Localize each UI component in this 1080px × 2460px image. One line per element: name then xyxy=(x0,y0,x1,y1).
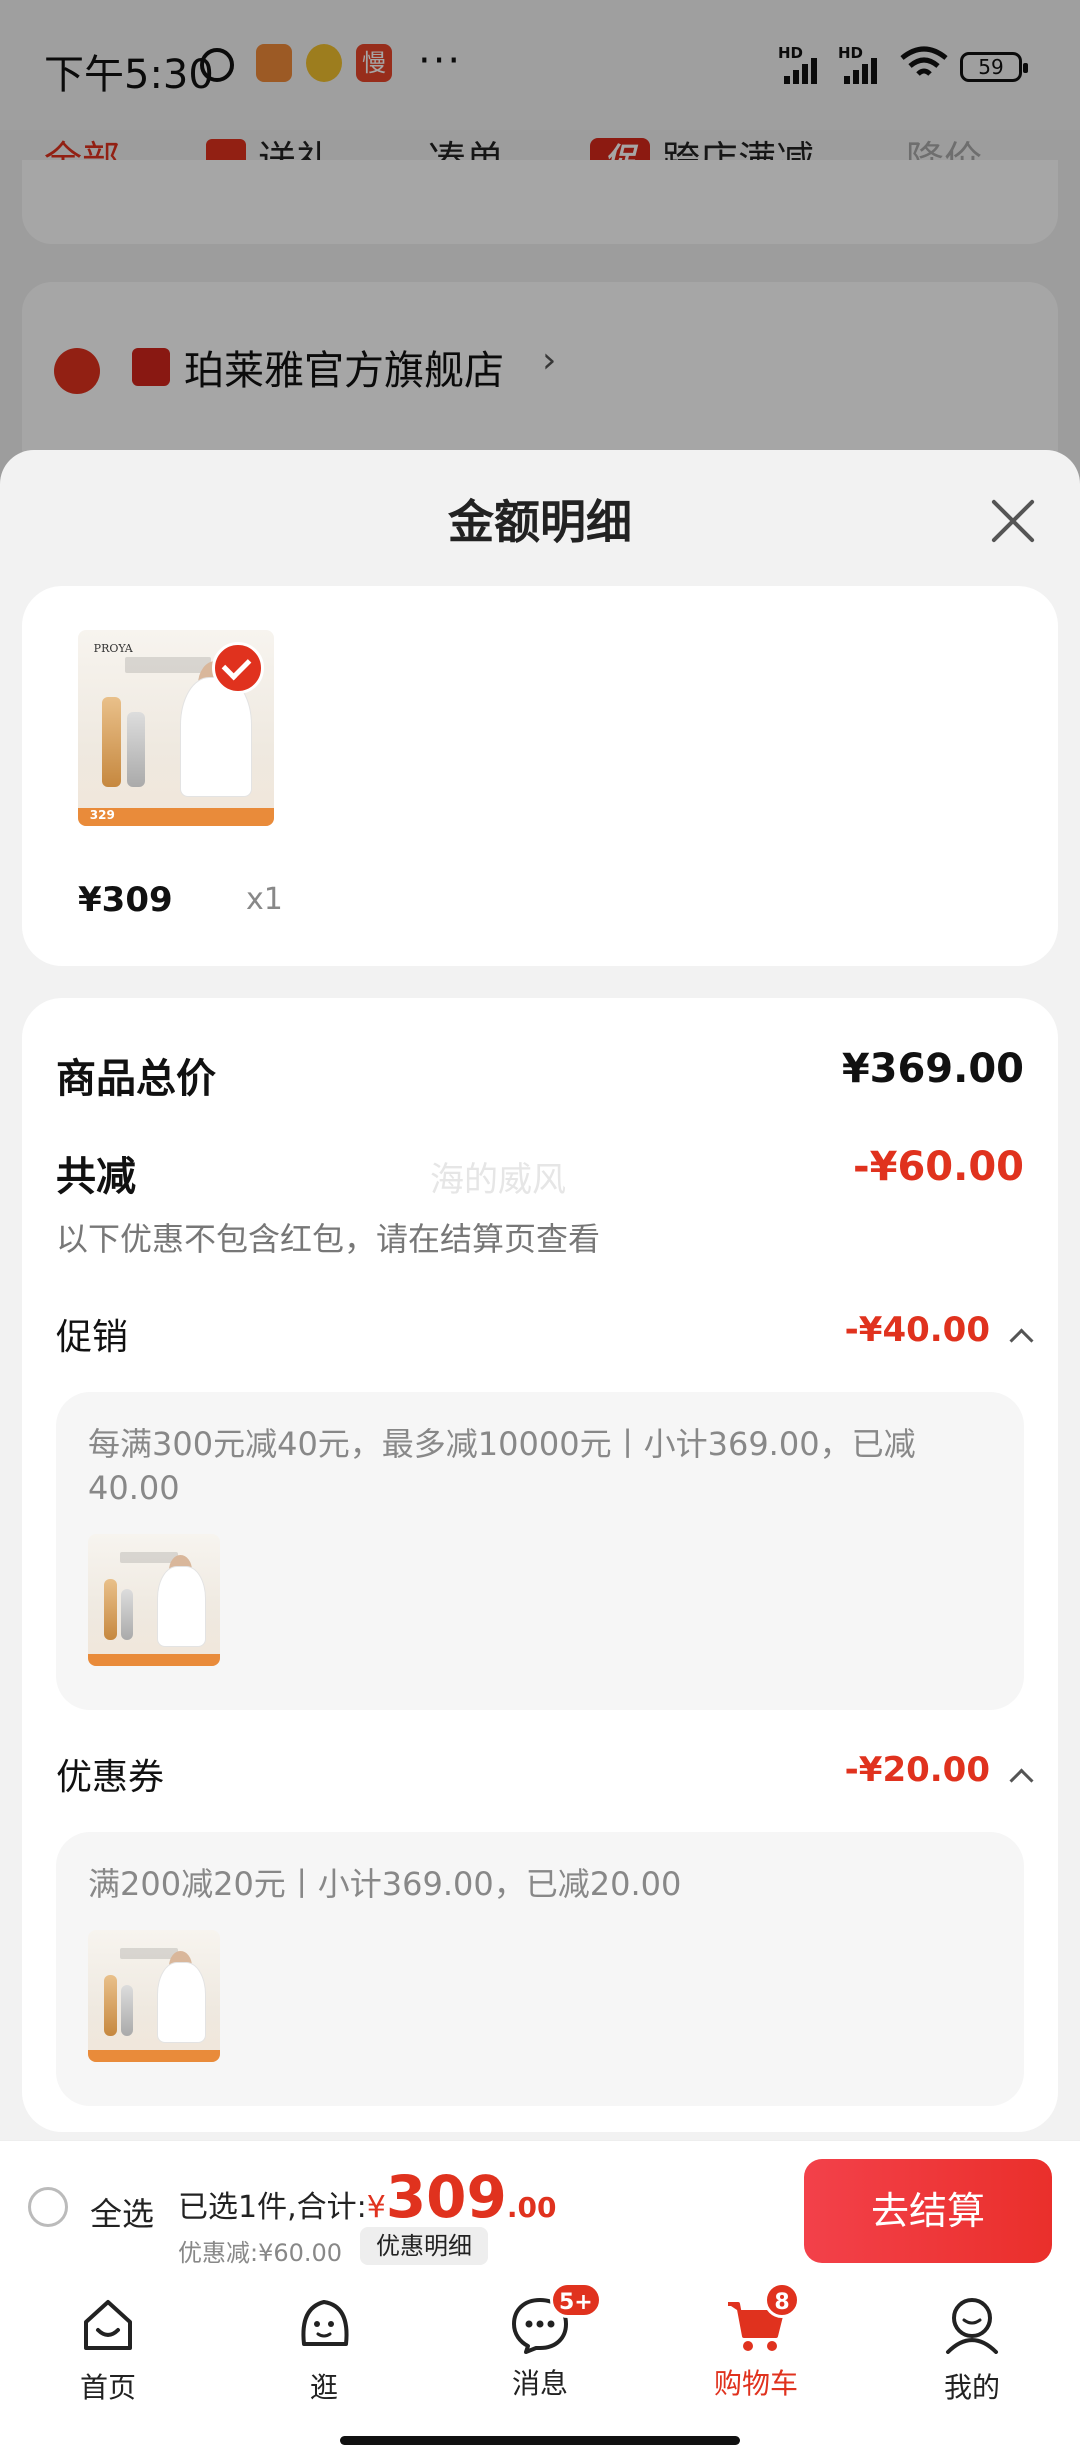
chevron-up-icon[interactable] xyxy=(1009,1328,1034,1353)
message-badge: 5+ xyxy=(550,2282,602,2318)
reduced-label: 共减 xyxy=(56,1154,136,1200)
nav-profile[interactable]: 我的 xyxy=(912,2294,1032,2406)
checkout-button[interactable]: 去结算 xyxy=(804,2159,1052,2263)
nav-label: 消息 xyxy=(511,2367,568,2400)
currency: ¥ xyxy=(366,2190,386,2225)
promotion-detail-text: 每满300元减40元，最多减10000元丨小计369.00，已减40.00 xyxy=(88,1425,916,1507)
browse-icon xyxy=(301,2300,349,2346)
bottom-nav: 首页 逛 5+ 消息 8 购物车 我的 xyxy=(0,2280,1080,2460)
sheet-title: 金额明细 xyxy=(448,495,632,549)
cart-badge: 8 xyxy=(764,2282,800,2318)
total-integer: 309 xyxy=(385,2163,507,2231)
profile-icon xyxy=(946,2298,998,2354)
promotion-detail: 每满300元减40元，最多减10000元丨小计369.00，已减40.00 xyxy=(56,1392,1024,1710)
checkout-bar: 全选 已选1件,合计:¥309.00 优惠减:¥60.00 优惠明细 去结算 xyxy=(0,2140,1080,2281)
image-price-chip: 329 xyxy=(89,808,115,823)
promotion-label: 促销 xyxy=(56,1317,129,1358)
chevron-up-icon[interactable] xyxy=(1009,1768,1034,1793)
amount-detail-sheet: 金额明细 PROYA 329 ¥309 x1 商品总价 ¥369.00 共减 -… xyxy=(0,450,1080,2140)
discount-detail-button[interactable]: 优惠明细 xyxy=(360,2227,488,2265)
coupon-detail: 满200减20元丨小计369.00，已减20.00 xyxy=(56,1832,1024,2106)
nav-label: 逛 xyxy=(309,2371,338,2404)
select-all-radio[interactable] xyxy=(28,2187,68,2227)
coupon-detail-text: 满200减20元丨小计369.00，已减20.00 xyxy=(88,1865,682,1903)
watermark: 海的威风 xyxy=(430,1160,566,1200)
home-indicator[interactable] xyxy=(340,2436,740,2445)
message-icon-wrap: 5+ xyxy=(510,2282,602,2354)
nav-label: 我的 xyxy=(943,2371,1000,2404)
nav-label: 首页 xyxy=(79,2371,136,2404)
coupon-label: 优惠券 xyxy=(56,1757,165,1798)
nav-cart[interactable]: 8 购物车 xyxy=(696,2282,816,2402)
product-thumbnail[interactable] xyxy=(88,1534,220,1666)
nav-label: 购物车 xyxy=(713,2367,798,2400)
close-icon[interactable] xyxy=(988,496,1038,546)
selected-check-icon xyxy=(212,642,264,694)
product-card: PROYA 329 ¥309 x1 xyxy=(22,586,1058,966)
nav-home[interactable]: 首页 xyxy=(48,2294,168,2406)
total-price-label: 商品总价 xyxy=(56,1056,216,1102)
promotion-value[interactable]: -¥40.00 xyxy=(845,1310,990,1350)
discount-note: 以下优惠不包含红包，请在结算页查看 xyxy=(56,1220,601,1258)
product-quantity: x1 xyxy=(246,882,283,917)
brand-logo: PROYA xyxy=(93,641,133,655)
saved-amount: 优惠减:¥60.00 xyxy=(178,2239,343,2267)
nav-browse[interactable]: 逛 xyxy=(264,2294,384,2406)
total-decimal: .00 xyxy=(506,2191,557,2224)
selected-count: 已选1件,合计: xyxy=(178,2190,367,2225)
cart-icon-wrap: 8 xyxy=(726,2282,800,2354)
nav-messages[interactable]: 5+ 消息 xyxy=(480,2282,602,2402)
select-all-label[interactable]: 全选 xyxy=(90,2189,154,2235)
product-price: ¥309 xyxy=(78,880,173,920)
reduced-value: -¥60.00 xyxy=(853,1144,1024,1190)
total-summary: 已选1件,合计:¥309.00 xyxy=(178,2163,557,2231)
coupon-value[interactable]: -¥20.00 xyxy=(845,1750,990,1790)
total-price-value: ¥369.00 xyxy=(841,1046,1024,1092)
product-thumbnail[interactable] xyxy=(88,1930,220,2062)
home-icon xyxy=(84,2300,132,2350)
